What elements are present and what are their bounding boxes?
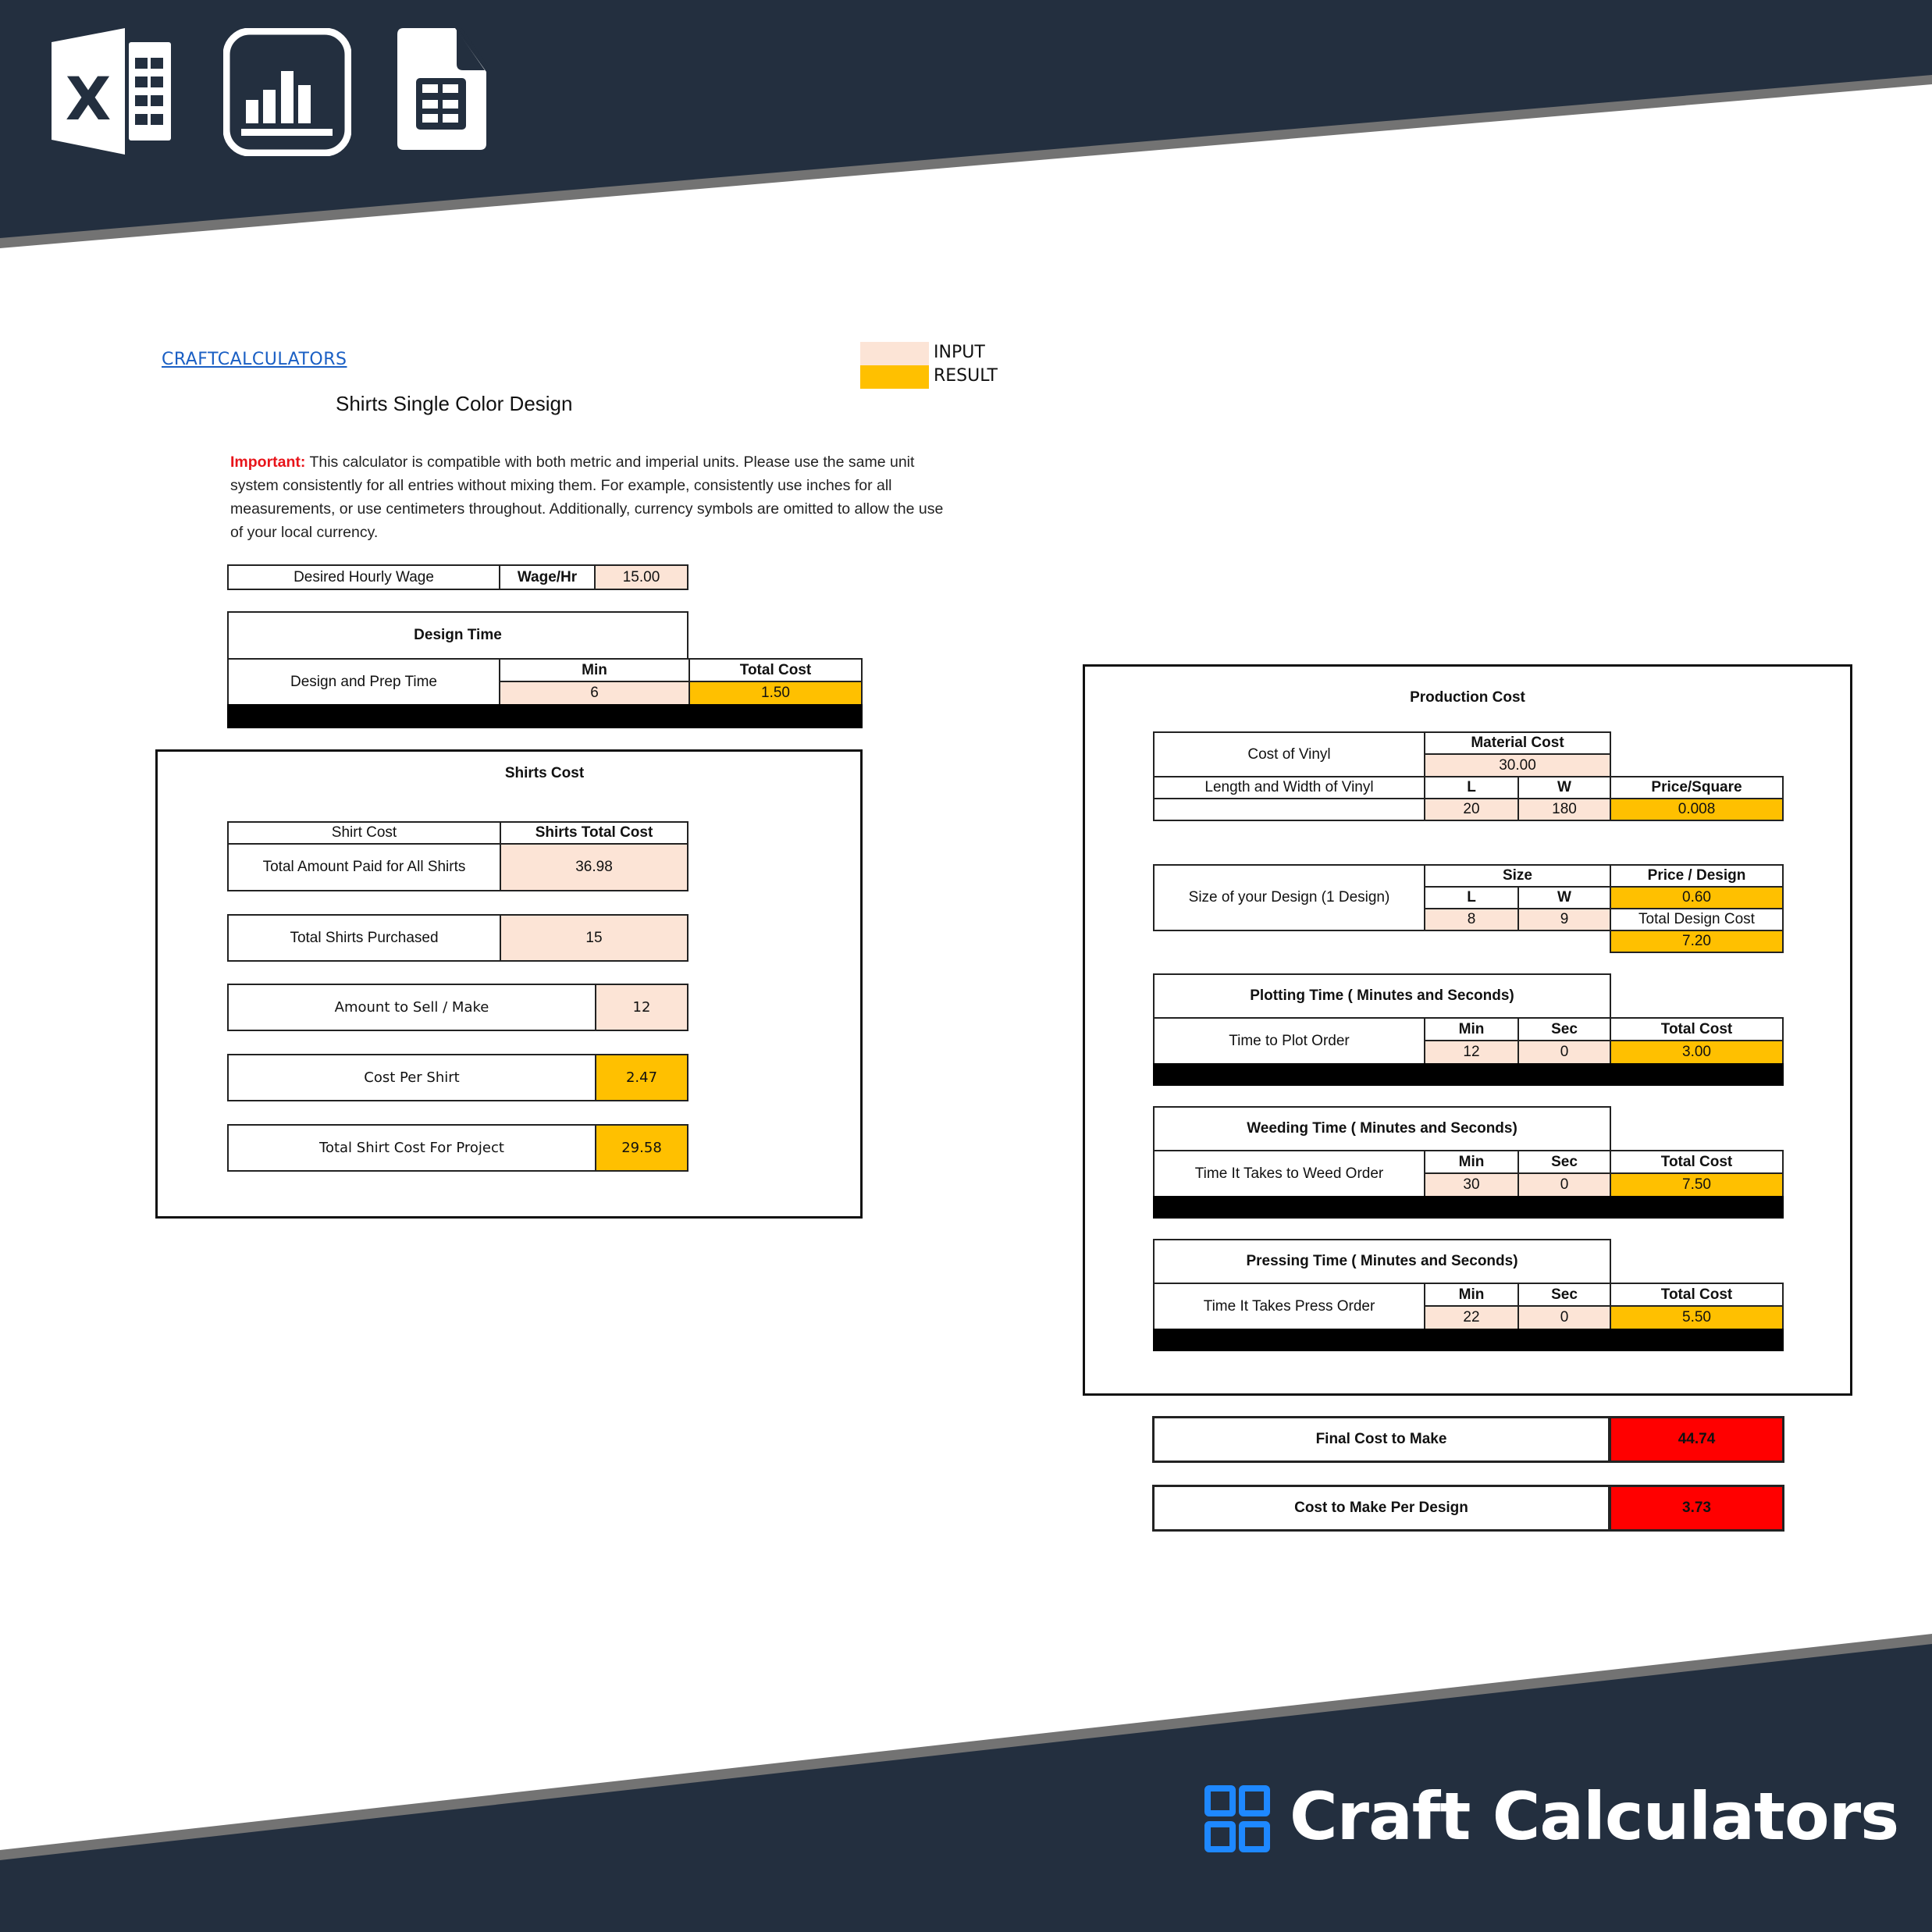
shirts-total-cost-header: Shirts Total Cost	[500, 821, 688, 845]
weeding-min-header: Min	[1424, 1150, 1519, 1174]
plotting-min-header: Min	[1424, 1017, 1519, 1041]
pressing-cost-header: Total Cost	[1610, 1283, 1784, 1307]
total-design-cost-label: Total Design Cost	[1610, 908, 1784, 931]
weeding-min-input[interactable]: 30	[1424, 1172, 1519, 1197]
spreadsheet-file-icon	[397, 28, 488, 150]
legend-input-swatch	[860, 342, 929, 365]
vinyl-blank-cell	[1153, 798, 1425, 821]
total-design-cost-result: 7.20	[1610, 930, 1784, 953]
legend-input-label: INPUT	[934, 343, 985, 362]
shirts-row-label: Total Shirt Cost For Project	[227, 1124, 596, 1172]
vinyl-cost-label: Cost of Vinyl	[1153, 731, 1425, 777]
design-min-input[interactable]: 6	[499, 681, 690, 706]
vinyl-l-input[interactable]: 20	[1424, 798, 1519, 821]
shirts-row-label: Amount to Sell / Make	[227, 984, 596, 1031]
weeding-sec-header: Sec	[1517, 1150, 1611, 1174]
craft-calculators-logo-icon	[1204, 1785, 1270, 1852]
per-design-cost-result: 3.73	[1609, 1485, 1784, 1532]
excel-icon: X	[52, 28, 171, 155]
pressing-time-title: Pressing Time ( Minutes and Seconds)	[1153, 1239, 1611, 1284]
design-min-header: Min	[499, 658, 690, 682]
weeding-cost-header: Total Cost	[1610, 1150, 1784, 1174]
important-text: This calculator is compatible with both …	[230, 454, 944, 541]
shirts-row-label: Cost Per Shirt	[227, 1054, 596, 1101]
legend-result-swatch	[860, 365, 929, 389]
vinyl-size-label: Length and Width of Vinyl	[1153, 776, 1425, 799]
pressing-sec-input[interactable]: 0	[1517, 1305, 1611, 1330]
shirts-purchased-input[interactable]: 15	[500, 914, 688, 962]
shirts-cost-title: Shirts Cost	[504, 765, 585, 781]
weeding-divider	[1153, 1196, 1784, 1219]
shirts-row-label: Total Shirts Purchased	[227, 914, 501, 962]
plotting-sec-input[interactable]: 0	[1517, 1040, 1611, 1065]
shirts-row-label: Total Amount Paid for All Shirts	[227, 843, 501, 891]
plotting-divider	[1153, 1063, 1784, 1086]
pressing-min-input[interactable]: 22	[1424, 1305, 1519, 1330]
shirt-cost-header: Shirt Cost	[227, 821, 501, 845]
material-cost-input[interactable]: 30.00	[1424, 753, 1611, 777]
wage-label: Desired Hourly Wage	[227, 564, 500, 590]
size-w-header: W	[1517, 886, 1611, 909]
weeding-sec-input[interactable]: 0	[1517, 1172, 1611, 1197]
plotting-sec-header: Sec	[1517, 1017, 1611, 1041]
design-cost-header: Total Cost	[688, 658, 863, 682]
plotting-cost-result: 3.00	[1610, 1040, 1784, 1065]
vinyl-w-input[interactable]: 180	[1517, 798, 1611, 821]
important-label: Important:	[230, 454, 306, 471]
size-w-input[interactable]: 9	[1517, 908, 1611, 931]
pressing-min-header: Min	[1424, 1283, 1519, 1307]
design-cost-result: 1.50	[688, 681, 863, 706]
pressing-time-label: Time It Takes Press Order	[1153, 1283, 1425, 1330]
sheet-title: Shirts Single Color Design	[336, 392, 573, 415]
plotting-time-title: Plotting Time ( Minutes and Seconds)	[1153, 973, 1611, 1019]
pressing-cost-result: 5.50	[1610, 1305, 1784, 1330]
bar-chart-icon	[223, 28, 351, 156]
weeding-cost-result: 7.50	[1610, 1172, 1784, 1197]
plotting-cost-header: Total Cost	[1610, 1017, 1784, 1041]
size-header: Size	[1424, 864, 1611, 888]
final-cost-label: Final Cost to Make	[1152, 1416, 1610, 1463]
vinyl-l-header: L	[1424, 776, 1519, 799]
design-time-divider	[227, 704, 863, 728]
brand-name: Craft Calculators	[1290, 1778, 1899, 1855]
shirts-total-paid-input[interactable]: 36.98	[500, 843, 688, 891]
price-square-result: 0.008	[1610, 798, 1784, 821]
weeding-time-title: Weeding Time ( Minutes and Seconds)	[1153, 1106, 1611, 1151]
design-size-label: Size of your Design (1 Design)	[1153, 864, 1425, 931]
wage-input[interactable]: 15.00	[594, 564, 688, 590]
material-cost-header: Material Cost	[1424, 731, 1611, 755]
production-cost-title: Production Cost	[1410, 689, 1525, 706]
per-design-cost-label: Cost to Make Per Design	[1152, 1485, 1610, 1532]
total-shirt-cost-result: 29.58	[595, 1124, 688, 1172]
price-design-header: Price / Design	[1610, 864, 1784, 888]
design-time-title: Design Time	[227, 611, 688, 660]
important-note: Important: This calculator is compatible…	[230, 450, 948, 544]
plotting-min-input[interactable]: 12	[1424, 1040, 1519, 1065]
design-time-label: Design and Prep Time	[227, 658, 500, 706]
cost-per-shirt-result: 2.47	[595, 1054, 688, 1101]
svg-text:X: X	[66, 64, 112, 133]
vinyl-w-header: W	[1517, 776, 1611, 799]
price-square-header: Price/Square	[1610, 776, 1784, 799]
pressing-divider	[1153, 1329, 1784, 1351]
pressing-sec-header: Sec	[1517, 1283, 1611, 1307]
size-l-input[interactable]: 8	[1424, 908, 1519, 931]
size-l-header: L	[1424, 886, 1519, 909]
plotting-time-label: Time to Plot Order	[1153, 1017, 1425, 1065]
craftcalculators-link[interactable]: CRAFTCALCULATORS	[162, 350, 347, 369]
legend-result-label: RESULT	[934, 366, 998, 386]
weeding-time-label: Time It Takes to Weed Order	[1153, 1150, 1425, 1197]
price-design-result: 0.60	[1610, 886, 1784, 909]
amount-to-make-input[interactable]: 12	[595, 984, 688, 1031]
wage-unit: Wage/Hr	[499, 564, 596, 590]
final-cost-result: 44.74	[1609, 1416, 1784, 1463]
